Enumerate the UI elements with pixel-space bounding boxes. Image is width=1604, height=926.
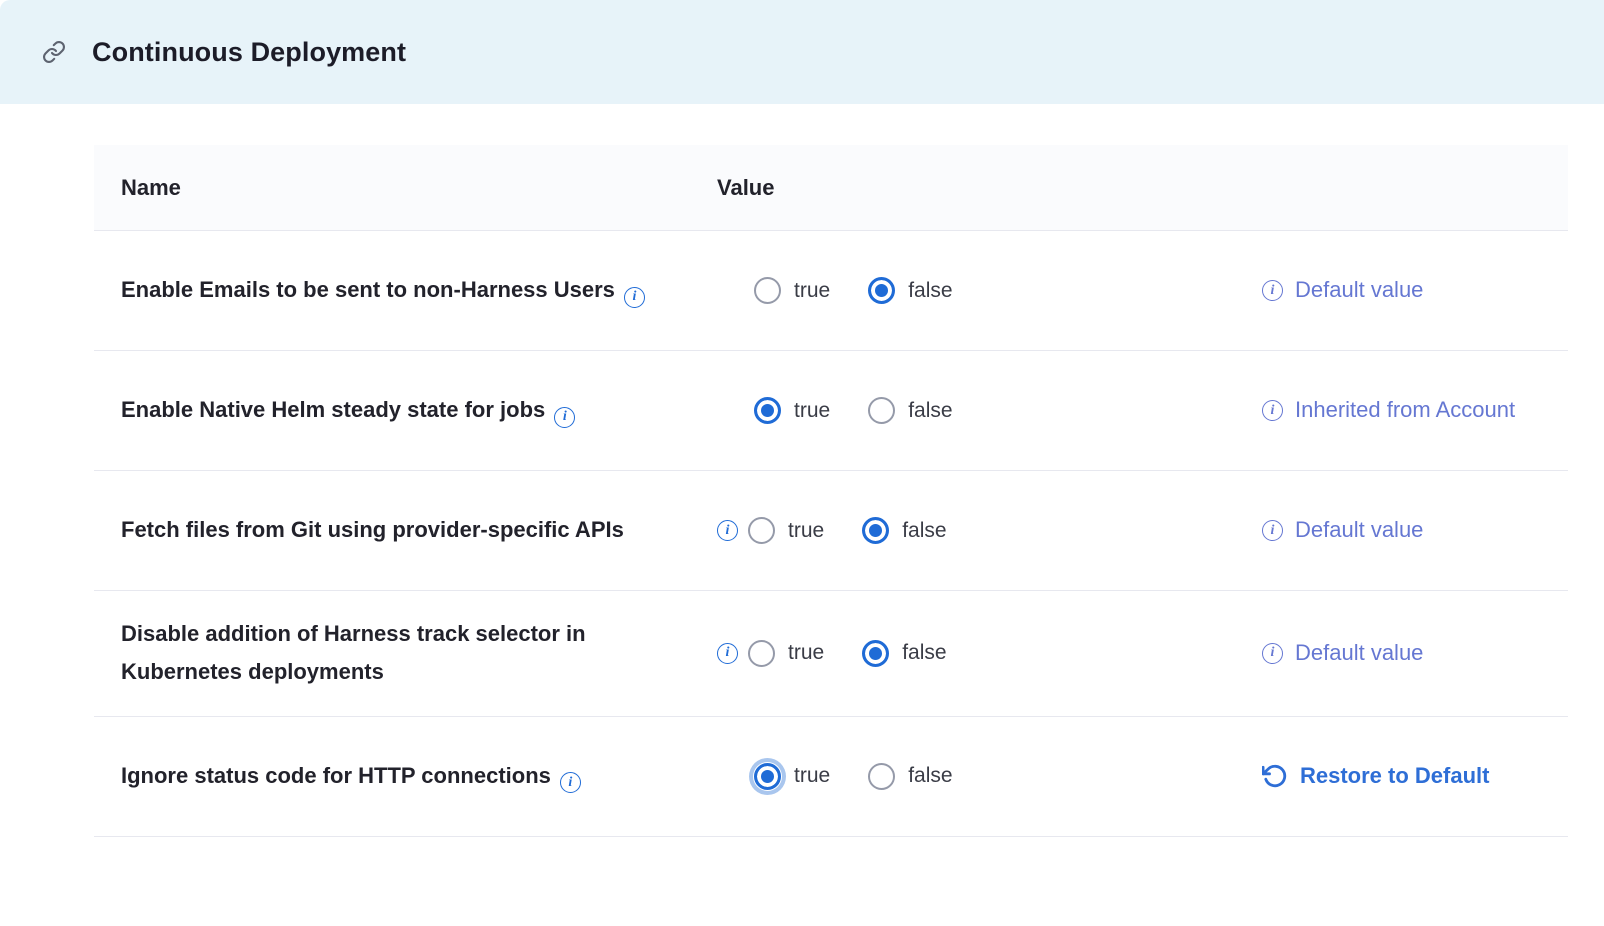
radio-true-label[interactable]: true (794, 399, 830, 423)
radio-true[interactable] (748, 517, 775, 544)
info-icon[interactable] (624, 287, 645, 308)
radio-true[interactable] (754, 763, 781, 790)
info-icon[interactable] (560, 772, 581, 793)
info-icon[interactable] (1262, 520, 1283, 541)
radio-false-label[interactable]: false (902, 519, 946, 543)
setting-status-cell: Default value (1247, 636, 1541, 670)
setting-name-cell: Enable Emails to be sent to non-Harness … (121, 271, 717, 309)
restore-to-default-link[interactable]: Restore to Default (1300, 759, 1489, 793)
setting-status-cell: Default value (1247, 273, 1541, 307)
radio-false-label[interactable]: false (902, 641, 946, 665)
radio-true-label[interactable]: true (788, 519, 824, 543)
radio-true[interactable] (754, 397, 781, 424)
radio-true[interactable] (748, 640, 775, 667)
radio-false-label[interactable]: false (908, 399, 952, 423)
setting-value-cell: true false (717, 277, 1247, 304)
link-icon[interactable] (42, 40, 66, 64)
radio-true-label[interactable]: true (794, 764, 830, 788)
setting-name: Ignore status code for HTTP connections (121, 763, 551, 788)
setting-status-cell: Restore to Default (1247, 759, 1541, 793)
radio-false[interactable] (868, 397, 895, 424)
default-value-link[interactable]: Default value (1295, 513, 1423, 547)
section-header: Continuous Deployment (0, 0, 1604, 104)
table-row: Fetch files from Git using provider-spec… (94, 471, 1568, 591)
info-icon[interactable] (717, 643, 738, 664)
restore-icon[interactable] (1262, 763, 1288, 789)
setting-name: Fetch files from Git using provider-spec… (121, 517, 624, 542)
setting-name-cell: Ignore status code for HTTP connections (121, 757, 717, 795)
setting-name: Enable Native Helm steady state for jobs (121, 397, 545, 422)
setting-name-cell: Enable Native Helm steady state for jobs (121, 391, 717, 429)
table-row: Disable addition of Harness track select… (94, 591, 1568, 717)
page-title: Continuous Deployment (92, 37, 406, 68)
info-icon[interactable] (1262, 280, 1283, 301)
radio-false[interactable] (862, 517, 889, 544)
radio-false[interactable] (868, 277, 895, 304)
setting-value-cell: true false (717, 640, 1247, 667)
radio-true[interactable] (754, 277, 781, 304)
radio-false[interactable] (868, 763, 895, 790)
radio-false-label[interactable]: false (908, 764, 952, 788)
radio-false-label[interactable]: false (908, 279, 952, 303)
radio-false[interactable] (862, 640, 889, 667)
setting-name-cell: Disable addition of Harness track select… (121, 615, 717, 692)
settings-table: Name Value Enable Emails to be sent to n… (94, 145, 1568, 837)
radio-true-label[interactable]: true (788, 641, 824, 665)
table-header-row: Name Value (94, 145, 1568, 231)
setting-value-cell: true false (717, 397, 1247, 424)
column-header-value: Value (717, 175, 1247, 201)
default-value-link[interactable]: Default value (1295, 636, 1423, 670)
setting-value-cell: true false (717, 763, 1247, 790)
info-icon[interactable] (1262, 643, 1283, 664)
table-row: Enable Native Helm steady state for jobs… (94, 351, 1568, 471)
column-header-name: Name (121, 175, 717, 201)
inherited-from-account-link[interactable]: Inherited from Account (1295, 393, 1515, 427)
info-icon[interactable] (554, 407, 575, 428)
radio-true-label[interactable]: true (794, 279, 830, 303)
info-icon[interactable] (1262, 400, 1283, 421)
setting-name: Enable Emails to be sent to non-Harness … (121, 277, 615, 302)
table-row: Enable Emails to be sent to non-Harness … (94, 231, 1568, 351)
table-row: Ignore status code for HTTP connections … (94, 717, 1568, 837)
default-value-link[interactable]: Default value (1295, 273, 1423, 307)
info-icon[interactable] (717, 520, 738, 541)
setting-name: Disable addition of Harness track select… (121, 621, 586, 684)
setting-status-cell: Inherited from Account (1247, 393, 1541, 427)
setting-value-cell: true false (717, 517, 1247, 544)
setting-status-cell: Default value (1247, 513, 1541, 547)
setting-name-cell: Fetch files from Git using provider-spec… (121, 511, 717, 549)
